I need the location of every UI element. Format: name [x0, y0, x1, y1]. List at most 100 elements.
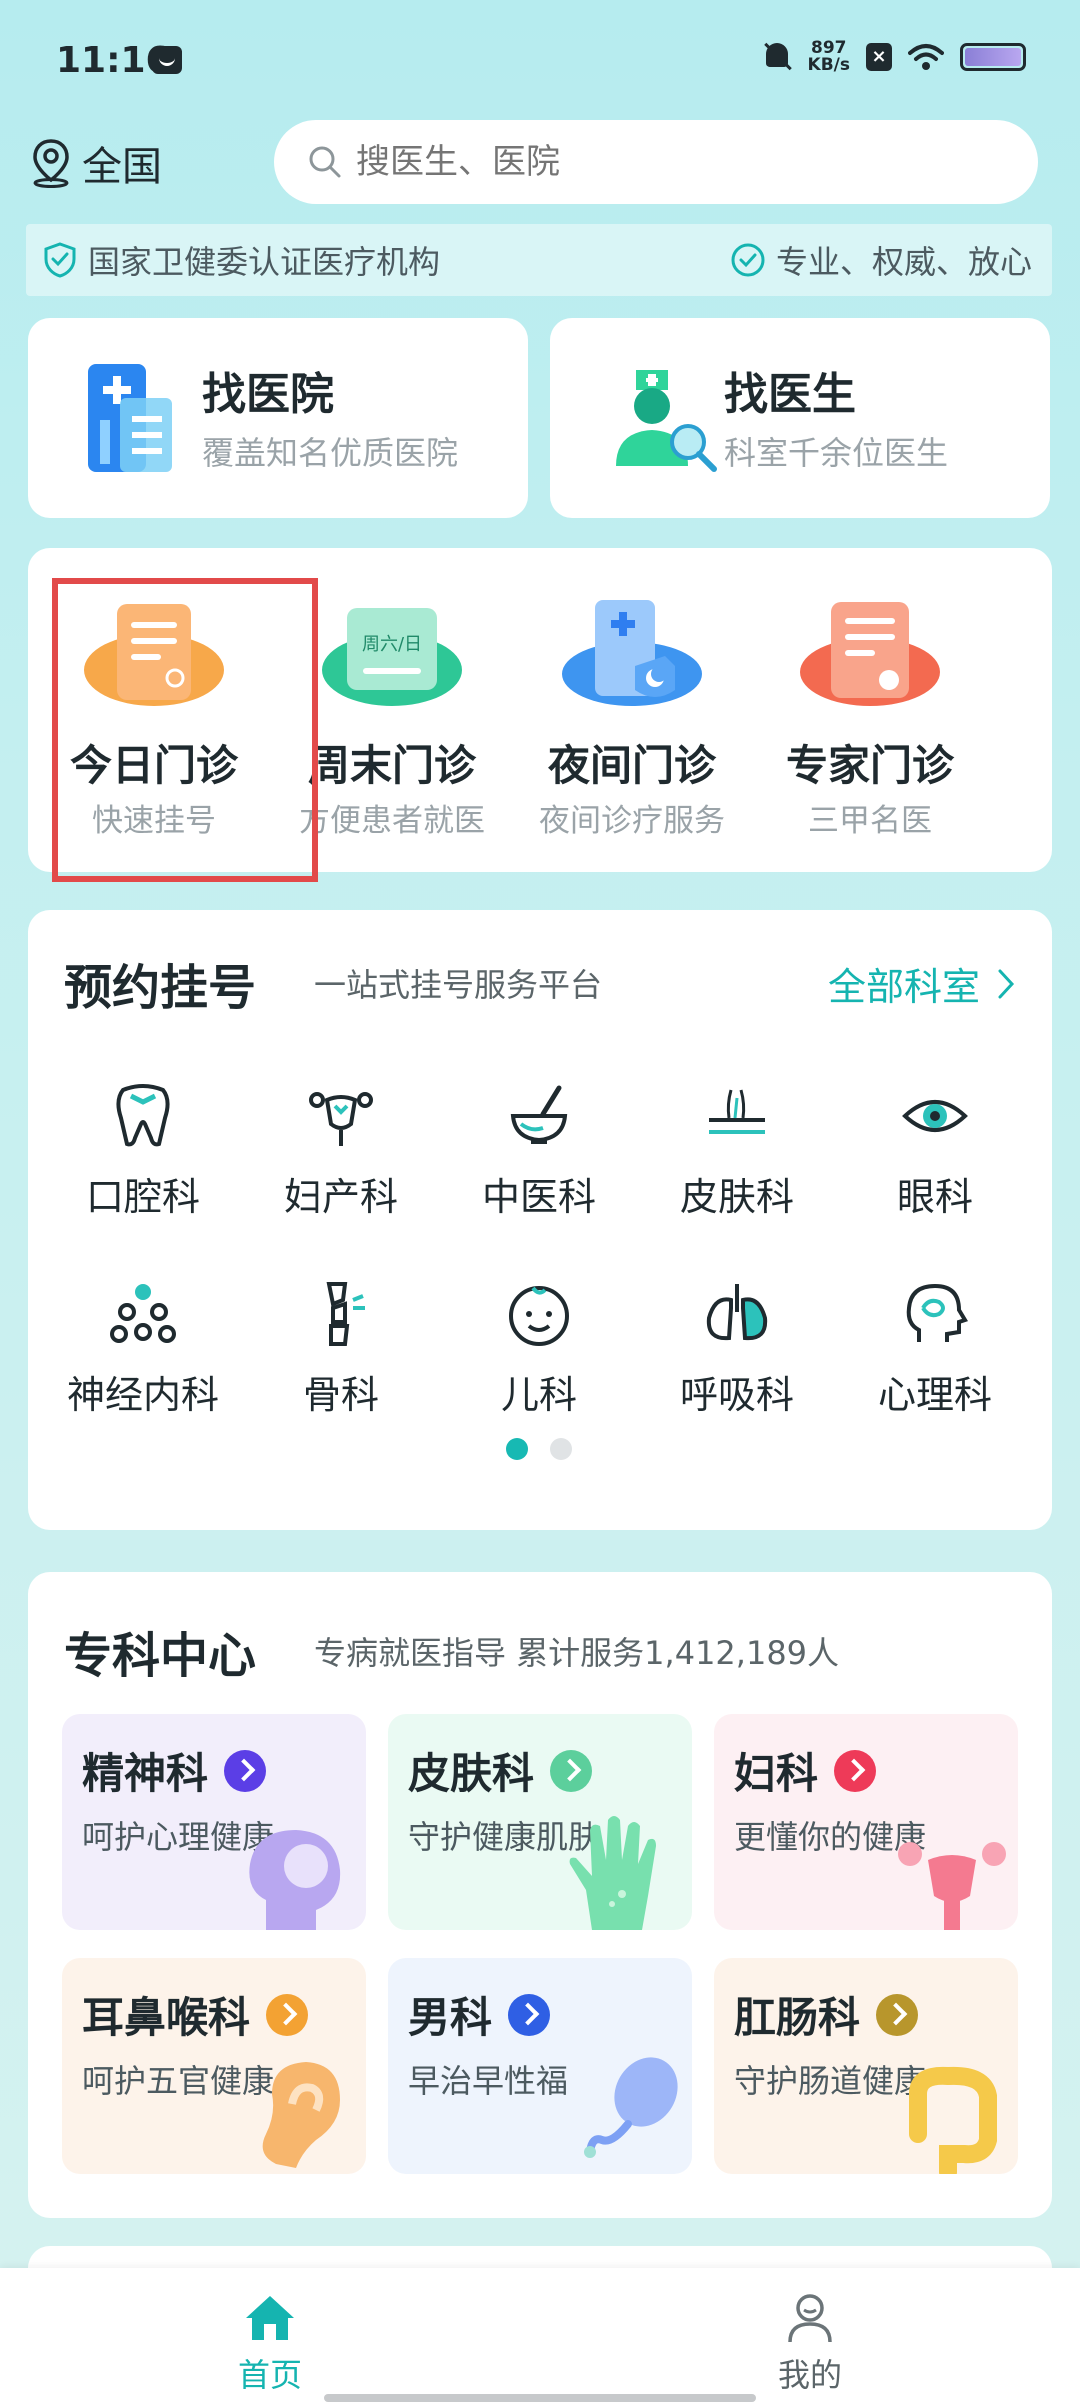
dept-neuro[interactable]: 神经内科	[44, 1278, 242, 1448]
clinic-expert[interactable]: 专家门诊 三甲名医	[750, 594, 990, 844]
specialty-card-psychiatry[interactable]: 精神科 呵护心理健康	[62, 1714, 366, 1930]
page-indicator	[506, 1438, 572, 1460]
highlight-box	[52, 578, 318, 882]
specialty-name: 妇科	[734, 1749, 819, 1798]
cert-left-text: 国家卫健委认证医疗机构	[88, 243, 441, 281]
weekend-icon-text: 周六/日	[362, 634, 422, 655]
bone-icon	[326, 1282, 365, 1346]
user-icon	[788, 2294, 832, 2343]
head-brain-icon	[906, 1283, 968, 1342]
specialty-name: 皮肤科	[408, 1749, 535, 1798]
dept-obgyn-label: 妇产科	[283, 1175, 398, 1219]
appointment-panel: 预约挂号 一站式挂号服务平台 全部科室 口腔科 妇产科 中医科 皮肤科 眼科 神…	[28, 910, 1052, 1530]
chevron-right-icon	[998, 969, 1015, 998]
cert-right: 专业、权威、放心	[730, 237, 1032, 283]
uterus-icon	[898, 1842, 1006, 1930]
dept-eye[interactable]: 眼科	[836, 1080, 1034, 1250]
specialty-subtitle: 专病就医指导 累计服务1,412,189人	[314, 1634, 840, 1672]
find-hospital-card[interactable]: 找医院 覆盖知名优质医院	[28, 318, 528, 518]
hospital-building-icon	[88, 364, 172, 472]
message-notification-icon	[152, 46, 182, 74]
specialty-card-proctology[interactable]: 肛肠科 守护肠道健康	[714, 1958, 1018, 2174]
location-selector[interactable]: 全国	[30, 134, 162, 192]
home-indicator[interactable]	[324, 2394, 756, 2402]
dept-pediatrics[interactable]: 儿科	[440, 1278, 638, 1448]
intestine-icon	[909, 2066, 997, 2174]
certification-banner: 国家卫健委认证医疗机构 专业、权威、放心	[26, 224, 1052, 296]
uterus-icon	[309, 1092, 373, 1146]
all-departments-link[interactable]: 全部科室	[828, 956, 1016, 1011]
dept-tcm[interactable]: 中医科	[440, 1080, 638, 1250]
shield-check-icon	[44, 242, 76, 278]
dept-psych[interactable]: 心理科	[836, 1278, 1034, 1448]
header-row: 全国	[0, 120, 1080, 220]
ear-icon	[262, 2062, 340, 2168]
page-dot-2[interactable]	[550, 1438, 572, 1460]
dept-obgyn[interactable]: 妇产科	[242, 1080, 440, 1250]
skin-icon	[709, 1089, 765, 1134]
clinic-night-title: 夜间门诊	[547, 741, 716, 790]
dept-tcm-label: 中医科	[481, 1175, 596, 1219]
search-input[interactable]	[356, 142, 956, 182]
dept-ortho[interactable]: 骨科	[242, 1278, 440, 1448]
dept-neuro-label: 神经内科	[66, 1373, 219, 1417]
doctor-search-icon	[616, 370, 717, 472]
night-hospital-icon	[562, 600, 702, 706]
clinic-night[interactable]: 夜间门诊 夜间诊疗服务	[512, 594, 752, 844]
sim-x-icon: ×	[866, 43, 892, 71]
dept-derm-label: 皮肤科	[679, 1175, 794, 1219]
neuron-icon	[110, 1284, 176, 1343]
specialty-name: 男科	[408, 1993, 493, 2042]
specialty-card-dermatology[interactable]: 皮肤科 守护健康肌肤	[388, 1714, 692, 1930]
clinic-night-subtitle: 夜间诊疗服务	[539, 803, 725, 839]
sperm-icon	[584, 2057, 678, 2158]
head-profile-icon	[249, 1830, 341, 1930]
cert-right-text: 专业、权威、放心	[775, 243, 1032, 281]
status-icons: 897 KB/s ×	[762, 40, 1026, 74]
specialty-card-ent[interactable]: 耳鼻喉科 呵护五官健康	[62, 1958, 366, 2174]
tooth-icon	[116, 1084, 170, 1147]
dept-respiratory[interactable]: 呼吸科	[638, 1278, 836, 1448]
nav-home[interactable]: 首页	[190, 2292, 350, 2396]
weekend-calendar-icon: 周六/日	[322, 608, 462, 706]
dept-psych-label: 心理科	[877, 1373, 992, 1417]
dept-respiratory-label: 呼吸科	[679, 1373, 794, 1417]
dept-derm[interactable]: 皮肤科	[638, 1080, 836, 1250]
mortar-icon	[510, 1085, 568, 1144]
arrow-right-icon	[834, 1749, 877, 1792]
find-doctor-title: 找医生	[724, 369, 856, 420]
all-departments-label: 全部科室	[827, 965, 980, 1009]
lungs-icon	[706, 1284, 768, 1341]
dept-dental-label: 口腔科	[85, 1175, 200, 1219]
specialty-card-gynecology[interactable]: 妇科 更懂你的健康	[714, 1714, 1018, 1930]
page-dot-1[interactable]	[506, 1438, 528, 1460]
appointment-subtitle: 一站式挂号服务平台	[314, 966, 603, 1004]
find-doctor-card[interactable]: 找医生 科室千余位医生	[550, 318, 1050, 518]
nav-mine-label: 我的	[777, 2356, 842, 2394]
search-icon	[309, 146, 341, 178]
clinic-expert-subtitle: 三甲名医	[808, 803, 932, 839]
find-doctor-subtitle: 科室千余位医生	[724, 434, 949, 472]
arrow-right-icon	[876, 1993, 919, 2036]
location-label: 全国	[82, 144, 162, 190]
hand-icon	[569, 1816, 656, 1930]
arrow-right-icon	[550, 1749, 593, 1792]
eye-icon	[902, 1100, 968, 1132]
network-speed: 897 KB/s	[808, 40, 850, 74]
network-speed-unit: KB/s	[807, 55, 850, 75]
home-icon	[246, 2296, 294, 2340]
find-hospital-subtitle: 覆盖知名优质医院	[202, 434, 459, 472]
status-bar: 11:16 897 KB/s ×	[0, 0, 1080, 120]
dept-eye-label: 眼科	[896, 1175, 973, 1219]
specialty-desc: 早治早性福	[408, 2062, 569, 2100]
nav-home-label: 首页	[237, 2356, 302, 2394]
dept-dental[interactable]: 口腔科	[44, 1080, 242, 1250]
wifi-icon	[908, 44, 944, 70]
bell-off-icon	[762, 41, 792, 73]
location-pin-icon	[33, 139, 69, 188]
specialty-card-andrology[interactable]: 男科 早治早性福	[388, 1958, 692, 2174]
specialty-name: 耳鼻喉科	[82, 1993, 251, 2042]
nav-mine[interactable]: 我的	[730, 2292, 890, 2396]
specialty-title: 专科中心	[64, 1628, 257, 1684]
search-bar[interactable]	[274, 120, 1038, 204]
